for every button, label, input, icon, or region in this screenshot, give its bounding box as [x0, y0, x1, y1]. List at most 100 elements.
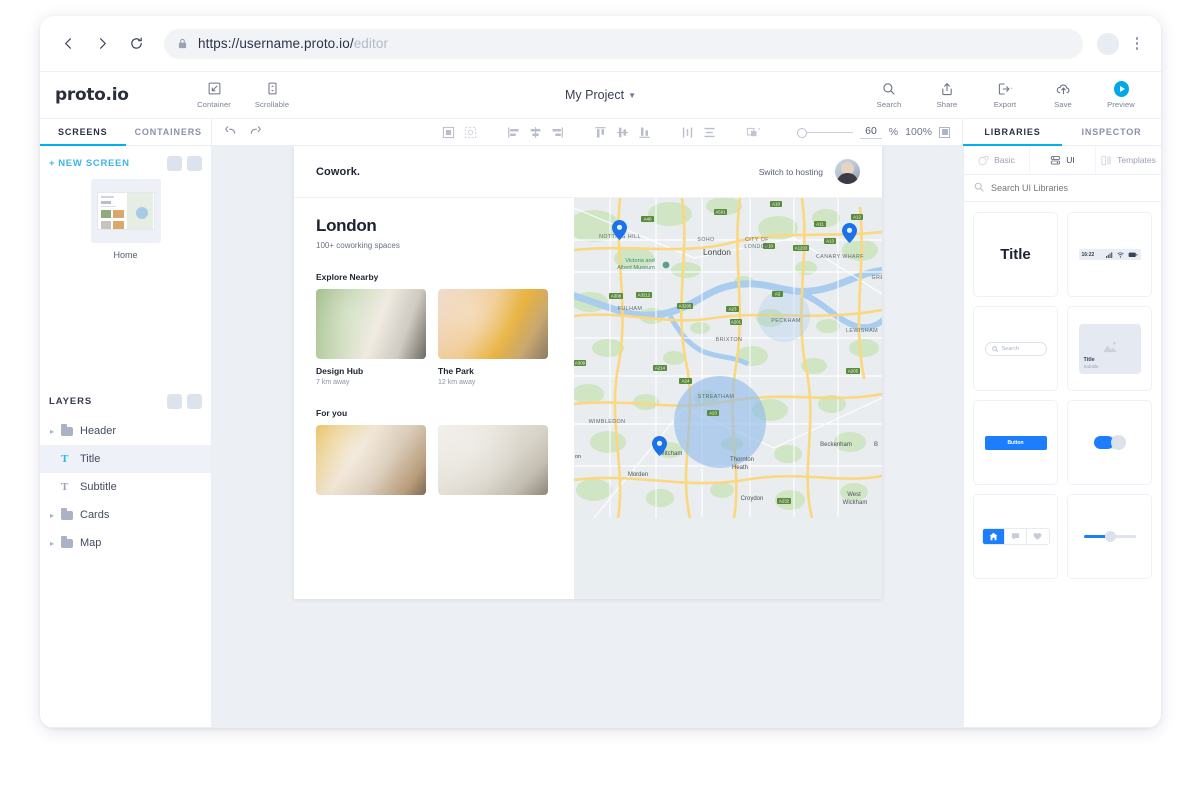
save-action[interactable]: Save	[1035, 81, 1091, 109]
folder-icon	[61, 511, 80, 520]
tab-libraries[interactable]: LIBRARIES	[963, 119, 1062, 145]
share-action-label: Share	[937, 100, 958, 109]
browser-profile-avatar[interactable]	[1097, 33, 1119, 55]
preview-action[interactable]: Preview	[1093, 81, 1149, 109]
library-item-segmented-control[interactable]	[973, 494, 1058, 579]
new-screen-button[interactable]: +NEW SCREEN	[49, 158, 130, 169]
svg-text:B: B	[874, 442, 878, 448]
map-pin[interactable]	[612, 220, 627, 240]
svg-text:Thornton: Thornton	[730, 457, 754, 463]
card-item[interactable]	[438, 425, 548, 495]
align-left-icon[interactable]	[507, 126, 520, 139]
screen-item-home[interactable]: Home	[91, 179, 161, 260]
project-title-text: My Project	[565, 88, 624, 102]
map-view[interactable]: A40A501 A10A11 A12A13 A1203A10 A308A3212…	[574, 198, 882, 599]
layer-row-cards[interactable]: ▸ Cards	[40, 501, 211, 529]
reload-icon[interactable]	[122, 30, 150, 58]
tab-inspector[interactable]: INSPECTOR	[1062, 119, 1161, 145]
search-input[interactable]	[991, 183, 1151, 193]
forward-icon[interactable]	[88, 30, 116, 58]
chevron-right-icon[interactable]: ▸	[50, 511, 61, 520]
address-bar[interactable]: https://username.proto.io/editor	[164, 29, 1083, 59]
search-icon	[992, 346, 998, 352]
prototype-screen[interactable]: Cowork. Switch to hosting London 100+ co…	[294, 146, 882, 599]
library-search-row[interactable]	[964, 175, 1161, 202]
library-item-image-card[interactable]: Title Subtitle	[1067, 306, 1152, 391]
card-item[interactable]	[316, 425, 426, 495]
map-pin[interactable]	[842, 223, 857, 243]
library-item-toggle[interactable]	[1067, 400, 1152, 485]
layer-row-title[interactable]: T Title	[40, 445, 211, 473]
card-distance: 12 km away	[438, 379, 548, 386]
align-top-icon[interactable]	[594, 126, 607, 139]
tab-screens[interactable]: SCREENS	[40, 119, 126, 145]
svg-text:West: West	[847, 492, 861, 498]
signal-icon	[1106, 252, 1113, 258]
card-item[interactable]: The Park 12 km away	[438, 289, 548, 386]
layer-row-header[interactable]: ▸ Header	[40, 417, 211, 445]
distribute-horizontal-icon[interactable]	[681, 126, 694, 139]
screens-list-view-button[interactable]	[167, 156, 182, 171]
card-image	[438, 289, 548, 359]
map-pin[interactable]	[652, 436, 667, 456]
align-center-h-icon[interactable]	[529, 126, 542, 139]
undo-icon[interactable]	[224, 124, 237, 140]
save-action-label: Save	[1054, 100, 1072, 109]
redo-icon[interactable]	[249, 124, 262, 140]
tab-containers[interactable]: CONTAINERS	[126, 119, 212, 145]
switch-to-hosting-link[interactable]: Switch to hosting	[759, 167, 823, 177]
container-tool[interactable]: Container	[185, 81, 243, 109]
svg-text:PECKHAM: PECKHAM	[771, 318, 801, 324]
back-icon[interactable]	[54, 30, 82, 58]
search-action[interactable]: Search	[861, 81, 917, 109]
layers-collapse-button[interactable]	[187, 394, 202, 409]
design-canvas[interactable]: Cowork. Switch to hosting London 100+ co…	[212, 146, 963, 727]
library-item-title[interactable]: Title	[973, 212, 1058, 297]
library-item-search-field[interactable]: Search	[973, 306, 1058, 391]
align-right-icon[interactable]	[551, 126, 564, 139]
thumbnail-left-column	[98, 193, 127, 229]
zoom-preset[interactable]: 100%	[905, 126, 932, 138]
align-bottom-icon[interactable]	[638, 126, 651, 139]
group-icon[interactable]	[746, 126, 759, 139]
svg-text:A10: A10	[772, 202, 780, 207]
svg-text:Albert Museum: Albert Museum	[617, 265, 655, 271]
distribute-vertical-icon[interactable]	[703, 126, 716, 139]
layer-row-subtitle[interactable]: T Subtitle	[40, 473, 211, 501]
layer-row-map[interactable]: ▸ Map	[40, 529, 211, 557]
screens-panel: +NEW SCREEN	[40, 146, 212, 727]
align-middle-v-icon[interactable]	[616, 126, 629, 139]
scrollable-tool[interactable]: Scrollable	[243, 81, 301, 109]
card-item[interactable]: Design Hub 7 km away	[316, 289, 426, 386]
share-action[interactable]: Share	[919, 81, 975, 109]
layers-expand-button[interactable]	[167, 394, 182, 409]
proto-logo[interactable]: proto.io	[55, 85, 185, 105]
url-text: https://username.proto.io/	[198, 36, 354, 51]
chevron-right-icon[interactable]: ▸	[50, 427, 61, 436]
prototype-content-column: London 100+ coworking spaces Explore Nea…	[294, 198, 574, 599]
chevron-right-icon[interactable]: ▸	[50, 539, 61, 548]
lib-tab-templates[interactable]: Templates	[1096, 146, 1161, 174]
browser-menu-icon[interactable]	[1127, 37, 1147, 50]
library-item-button[interactable]: Button	[973, 400, 1058, 485]
zoom-value[interactable]: 60	[860, 125, 882, 139]
screen-thumbnail[interactable]	[91, 179, 161, 243]
lib-tab-basic[interactable]: Basic	[964, 146, 1030, 174]
status-bar-icons	[1106, 252, 1138, 258]
zoom-slider[interactable]	[798, 132, 853, 133]
right-panel-tabs: LIBRARIES INSPECTOR	[963, 119, 1161, 145]
library-item-slider[interactable]	[1067, 494, 1152, 579]
library-item-status-bar[interactable]: 16:22	[1067, 212, 1152, 297]
screens-grid-view-button[interactable]	[187, 156, 202, 171]
svg-text:Morden: Morden	[628, 472, 648, 478]
svg-text:A3212: A3212	[638, 293, 651, 298]
fit-to-screen-icon[interactable]	[939, 127, 950, 138]
card-title: The Park	[438, 366, 548, 376]
segment-home	[983, 529, 1005, 544]
layer-label: Title	[80, 453, 100, 465]
lib-tab-ui[interactable]: UI	[1030, 146, 1096, 174]
avatar[interactable]	[835, 159, 860, 184]
select-all-icon[interactable]	[442, 126, 455, 139]
deselect-icon[interactable]	[464, 126, 477, 139]
export-action[interactable]: Export	[977, 81, 1033, 109]
